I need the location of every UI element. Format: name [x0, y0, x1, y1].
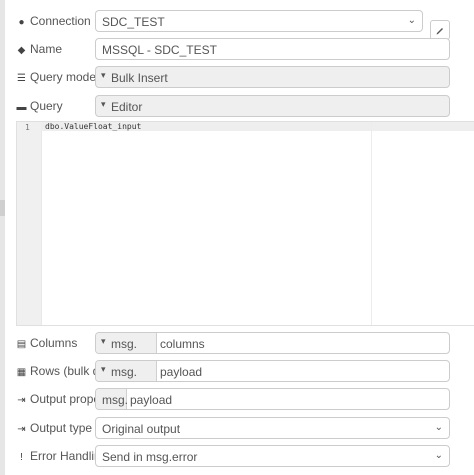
chevron-down-icon: ⌄ — [434, 450, 443, 461]
output-property-value: payload — [130, 393, 173, 407]
type-selector[interactable]: ▾ msg. — [96, 361, 157, 381]
output-property-input[interactable]: msg. payload — [95, 388, 450, 410]
output-property-row: ⇥ Output property msg. payload — [0, 388, 474, 410]
query-editor[interactable]: 1 dbo.ValueFloat_input — [16, 121, 474, 326]
caret-down-icon: ▾ — [101, 99, 106, 109]
exclamation-icon: ! — [20, 452, 23, 463]
table-icon: ▦ — [16, 367, 27, 378]
chevron-down-icon: ⌄ — [407, 15, 416, 26]
connection-value: SDC_TEST — [102, 15, 165, 29]
caret-down-icon: ▾ — [101, 364, 106, 374]
name-input[interactable]: MSSQL - SDC_TEST — [95, 38, 450, 60]
sign-out-icon: ⇥ — [17, 424, 26, 435]
output-type-label: ⇥ Output type — [17, 421, 93, 435]
connection-label: ● Connection — [16, 14, 90, 28]
scroll-handle[interactable] — [0, 200, 5, 216]
msg-prefix: msg. — [96, 389, 128, 409]
query-row: ▬ Query ▾ Editor — [0, 95, 474, 117]
editor-code[interactable]: dbo.ValueFloat_input — [45, 122, 141, 132]
rows-row: ▦ Rows (bulk data) ▾ msg. payload — [0, 360, 474, 382]
chevron-down-icon: ⌄ — [434, 422, 443, 433]
connection-select[interactable]: SDC_TEST ⌄ — [95, 10, 423, 32]
comments-icon: ▬ — [16, 102, 27, 113]
output-type-select[interactable]: Original output ⌄ — [95, 417, 450, 439]
query-select[interactable]: ▾ Editor — [95, 95, 450, 117]
rows-typed-input[interactable]: ▾ msg. payload — [95, 360, 450, 382]
query-value: Editor — [111, 100, 143, 114]
sign-out-icon: ⇥ — [17, 395, 26, 406]
error-handling-label: ! Error Handling — [16, 449, 107, 463]
query-label: ▬ Query — [16, 99, 63, 113]
name-value: MSSQL - SDC_TEST — [102, 43, 217, 57]
print-margin — [371, 122, 372, 325]
pencil-icon — [436, 28, 443, 35]
tag-icon: ◆ — [17, 45, 26, 56]
table-icon: ▤ — [16, 339, 27, 350]
output-type-value: Original output — [102, 422, 181, 436]
type-selector[interactable]: ▾ msg. — [96, 333, 157, 353]
query-mode-value: Bulk Insert — [111, 71, 168, 85]
line-number: 1 — [25, 123, 30, 132]
globe-icon: ● — [18, 17, 25, 28]
edit-connection-button[interactable] — [430, 20, 450, 40]
rows-value: payload — [160, 365, 203, 379]
columns-row: ▤ Columns ▾ msg. columns — [0, 332, 474, 354]
query-mode-label: ☰ Query mode — [17, 70, 97, 84]
columns-label: ▤ Columns — [16, 336, 78, 350]
query-mode-row: ☰ Query mode ▾ Bulk Insert — [0, 66, 474, 88]
output-type-row: ⇥ Output type Original output ⌄ — [0, 417, 474, 439]
connection-row: ● Connection SDC_TEST ⌄ — [0, 10, 474, 40]
caret-down-icon: ▾ — [101, 336, 106, 346]
error-handling-row: ! Error Handling Send in msg.error ⌄ — [0, 445, 474, 467]
caret-down-icon: ▾ — [101, 70, 106, 80]
name-row: ◆ Name MSSQL - SDC_TEST — [0, 38, 474, 60]
query-mode-select[interactable]: ▾ Bulk Insert — [95, 66, 450, 88]
name-label: ◆ Name — [17, 42, 63, 56]
editor-gutter: 1 — [17, 122, 42, 325]
error-handling-value: Send in msg.error — [102, 450, 198, 464]
columns-value: columns — [160, 337, 205, 351]
error-handling-select[interactable]: Send in msg.error ⌄ — [95, 445, 450, 467]
columns-typed-input[interactable]: ▾ msg. columns — [95, 332, 450, 354]
list-icon: ☰ — [17, 73, 26, 84]
